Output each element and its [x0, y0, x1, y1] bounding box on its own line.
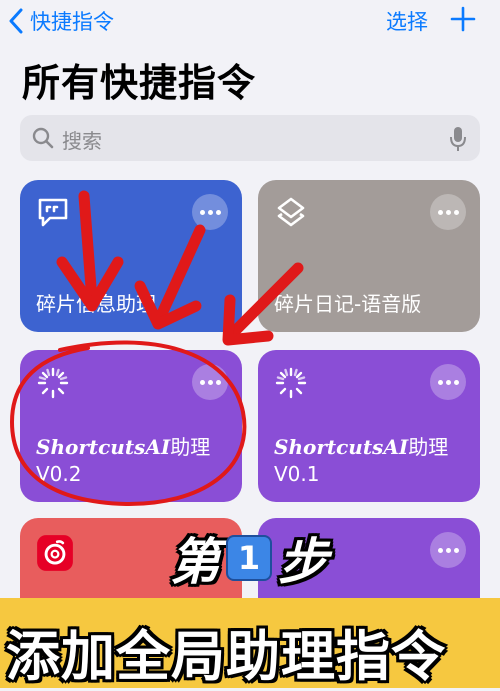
shortcut-version: V0.2 [36, 462, 82, 486]
more-options-button[interactable] [430, 364, 466, 400]
loading-spinner-icon [37, 367, 69, 399]
shortcut-name-main: ShortcutsAI [274, 435, 409, 459]
add-icon[interactable] [450, 6, 476, 32]
shortcut-name: ShortcutsAI助理 V0.2 [36, 434, 232, 488]
back-button[interactable]: 快捷指令 [8, 6, 114, 36]
search-placeholder: 搜索 [62, 129, 102, 153]
netease-music-icon [37, 535, 73, 571]
page-title: 所有快捷指令 [22, 61, 257, 105]
back-label: 快捷指令 [30, 10, 114, 34]
shortcut-name: 碎片日记-语音版 [274, 292, 422, 316]
more-options-button[interactable] [192, 364, 228, 400]
quote-bubble-icon [38, 198, 68, 227]
annotation-banner-text: 添加全局助理指令 [6, 625, 446, 688]
shortcut-name: ShortcutsAI助理 V0.1 [274, 434, 470, 488]
shortcut-name-main: ShortcutsAI [36, 435, 171, 459]
loading-spinner-icon [275, 367, 307, 399]
step-suffix: 步 [278, 533, 328, 591]
more-options-button[interactable] [192, 194, 228, 230]
search-icon [32, 127, 54, 149]
more-options-button[interactable] [430, 194, 466, 230]
step-number-badge: 1 [226, 535, 272, 581]
shortcut-card-fragment-diary-voice[interactable]: 碎片日记-语音版 [258, 180, 480, 332]
more-options-button[interactable] [430, 532, 466, 568]
shortcut-card-shortcutsai-v01[interactable]: ShortcutsAI助理 V0.1 [258, 350, 480, 502]
shortcut-card-shortcutsai-v02[interactable]: ShortcutsAI助理 V0.2 [20, 350, 242, 502]
shortcut-name-suffix: 助理 [408, 435, 449, 459]
layers-icon [277, 197, 305, 227]
step-prefix: 第 [170, 533, 220, 591]
step-label: 第 1 步 [170, 522, 328, 594]
search-field[interactable]: 搜索 [20, 115, 480, 161]
microphone-icon[interactable] [450, 126, 466, 152]
select-button[interactable]: 选择 [386, 6, 428, 36]
chevron-left-icon [9, 8, 23, 34]
shortcut-version: V0.1 [274, 462, 320, 486]
shortcut-card-fragment-info-assistant[interactable]: 碎片信息助理 [20, 180, 242, 332]
navigation-bar: 快捷指令 选择 [0, 0, 500, 42]
shortcut-name-suffix: 助理 [170, 435, 211, 459]
shortcut-name: 碎片信息助理 [36, 292, 156, 316]
